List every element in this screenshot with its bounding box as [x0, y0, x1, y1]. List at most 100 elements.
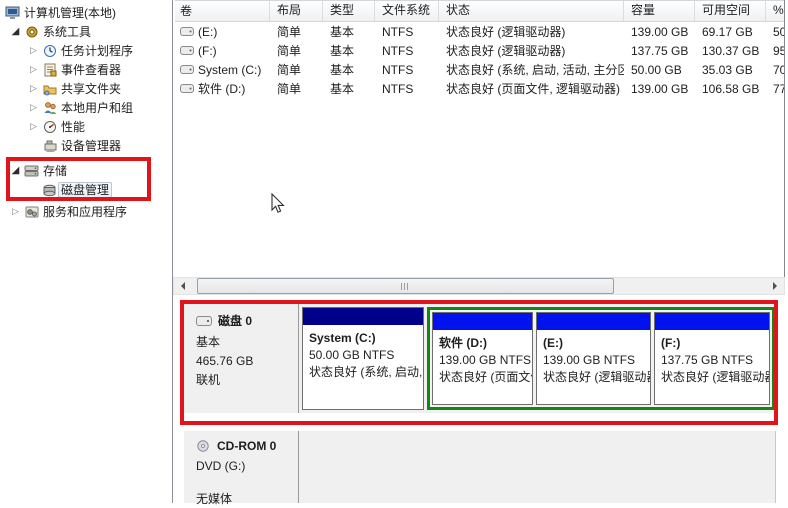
disk-0-label-panel[interactable]: 磁盘 0 基本 465.76 GB 联机: [184, 304, 298, 413]
cdrom-drive-letter: DVD (G:): [196, 457, 298, 476]
volume-capacity: 50.00 GB: [624, 61, 695, 79]
column-header-status[interactable]: 状态: [439, 1, 624, 21]
logical-drive-color-bar: [655, 313, 769, 332]
cdrom-0-label-panel[interactable]: CD-ROM 0 DVD (G:) 无媒体: [184, 431, 298, 503]
disk-icon: [196, 316, 212, 326]
sidebar-item-computer-management[interactable]: 计算机管理(本地): [0, 3, 172, 22]
sidebar-item-label: 共享文件夹: [58, 81, 124, 97]
partition-e[interactable]: (E:) 139.00 GB NTFS 状态良好 (逻辑驱动器): [536, 312, 651, 405]
table-row-volume-e[interactable]: (E:) 简单 基本 NTFS 状态良好 (逻辑驱动器) 139.00 GB 6…: [175, 22, 784, 41]
partition-size: 139.00 GB NTFS: [543, 352, 644, 369]
table-row-volume-f[interactable]: (F:) 简单 基本 NTFS 状态良好 (逻辑驱动器) 137.75 GB 1…: [175, 41, 784, 60]
volume-type: 基本: [323, 42, 375, 60]
volume-name: (F:): [198, 42, 217, 60]
partition-name: (E:): [543, 335, 644, 352]
volume-drive-icon: [180, 23, 194, 41]
volume-layout: 简单: [270, 61, 323, 79]
disk-graphical-view: 磁盘 0 基本 465.76 GB 联机 System (C:) 50.00 G…: [173, 295, 788, 503]
volume-drive-icon: [180, 80, 194, 98]
scrollbar-thumb[interactable]: [197, 278, 614, 294]
horizontal-scrollbar[interactable]: [173, 277, 785, 295]
sidebar-item-label: 系统工具: [40, 24, 94, 40]
performance-icon: [41, 119, 58, 134]
volume-type: 基本: [323, 80, 375, 98]
table-row-volume-c[interactable]: System (C:) 简单 基本 NTFS 状态良好 (系统, 启动, 活动,…: [175, 60, 784, 79]
sidebar-item-performance[interactable]: 性能: [0, 117, 172, 136]
column-header-freespace[interactable]: 可用空间: [695, 1, 766, 21]
scroll-right-button[interactable]: [767, 278, 784, 294]
shared-folders-icon: [41, 81, 58, 96]
disk-type: 基本: [196, 333, 298, 352]
disk-status: 联机: [196, 371, 298, 390]
partition-size: 139.00 GB NTFS: [439, 352, 526, 369]
tree-collapsed-arrow[interactable]: [26, 102, 41, 113]
volume-status: 状态良好 (逻辑驱动器): [439, 42, 624, 60]
disk-size: 465.76 GB: [196, 352, 298, 371]
column-header-capacity[interactable]: 容量: [624, 1, 695, 21]
partition-f[interactable]: (F:) 137.75 GB NTFS 状态良好 (逻辑驱动器): [654, 312, 770, 405]
partition-d[interactable]: 软件 (D:) 139.00 GB NTFS 状态良好 (页面文件, 逻辑驱动器…: [432, 312, 533, 405]
volume-percent-free: 70 %: [766, 61, 785, 79]
sidebar-item-services-applications[interactable]: 服务和应用程序: [0, 202, 172, 221]
partition-name: System (C:): [309, 330, 417, 347]
sidebar-item-event-viewer[interactable]: 事件查看器: [0, 60, 172, 79]
tree-expanded-arrow[interactable]: [8, 165, 23, 176]
column-header-filesystem[interactable]: 文件系统: [375, 1, 439, 21]
volume-freespace: 35.03 GB: [695, 61, 766, 79]
partition-system-c[interactable]: System (C:) 50.00 GB NTFS 状态良好 (系统, 启动, …: [302, 307, 424, 410]
cdrom-media-status: 无媒体: [196, 490, 298, 508]
volume-percent-free: 50 %: [766, 23, 785, 41]
extended-partition-group: 软件 (D:) 139.00 GB NTFS 状态良好 (页面文件, 逻辑驱动器…: [427, 307, 775, 410]
volume-capacity: 137.75 GB: [624, 42, 695, 60]
system-tools-icon: [23, 24, 40, 39]
table-row-volume-d[interactable]: 软件 (D:) 简单 基本 NTFS 状态良好 (页面文件, 逻辑驱动器) 13…: [175, 79, 784, 98]
cdrom-media-area[interactable]: [298, 431, 776, 503]
sidebar-item-device-manager[interactable]: 设备管理器: [0, 136, 172, 155]
tree-expanded-arrow[interactable]: [8, 26, 23, 37]
sidebar-item-shared-folders[interactable]: 共享文件夹: [0, 79, 172, 98]
volume-freespace: 69.17 GB: [695, 23, 766, 41]
partition-status: 状态良好 (页面文件, 逻辑驱动器): [439, 369, 526, 386]
computer-icon: [4, 5, 21, 20]
volume-status: 状态良好 (页面文件, 逻辑驱动器): [439, 80, 624, 98]
sidebar-item-label: 任务计划程序: [58, 43, 136, 59]
volume-drive-icon: [180, 61, 194, 79]
volume-name: (E:): [198, 23, 217, 41]
tree-collapsed-arrow[interactable]: [26, 121, 41, 132]
tree-collapsed-arrow[interactable]: [8, 206, 23, 217]
column-header-type[interactable]: 类型: [323, 1, 375, 21]
scrollbar-grip-icon: [401, 283, 410, 290]
partition-size: 50.00 GB NTFS: [309, 347, 417, 364]
column-header-percent-free[interactable]: % 可: [766, 1, 785, 21]
sidebar-item-label: 设备管理器: [58, 138, 124, 154]
volume-type: 基本: [323, 61, 375, 79]
disk-management-icon: [41, 182, 58, 197]
primary-partition-color-bar: [303, 308, 423, 327]
sidebar-item-label: 磁盘管理: [58, 182, 112, 198]
sidebar-item-local-users-groups[interactable]: 本地用户和组: [0, 98, 172, 117]
scroll-left-button[interactable]: [174, 278, 191, 294]
storage-icon: [23, 163, 40, 178]
event-viewer-icon: [41, 62, 58, 77]
volume-capacity: 139.00 GB: [624, 80, 695, 98]
tree-collapsed-arrow[interactable]: [26, 45, 41, 56]
sidebar-item-label: 事件查看器: [58, 62, 124, 78]
volume-freespace: 130.37 GB: [695, 42, 766, 60]
tree-collapsed-arrow[interactable]: [26, 83, 41, 94]
volume-filesystem: NTFS: [375, 42, 439, 60]
logical-drive-color-bar: [537, 313, 650, 332]
column-header-volume[interactable]: 卷: [175, 1, 270, 21]
sidebar-item-system-tools[interactable]: 系统工具: [0, 22, 172, 41]
sidebar-item-task-scheduler[interactable]: 任务计划程序: [0, 41, 172, 60]
volume-type: 基本: [323, 23, 375, 41]
cdrom-name: CD-ROM 0: [217, 439, 276, 453]
volume-filesystem: NTFS: [375, 61, 439, 79]
sidebar-item-disk-management[interactable]: 磁盘管理: [0, 180, 172, 199]
partition-status: 状态良好 (系统, 启动, 活动, 主分区): [309, 364, 417, 381]
sidebar-item-label: 服务和应用程序: [40, 204, 130, 220]
column-header-layout[interactable]: 布局: [270, 1, 323, 21]
volume-layout: 简单: [270, 42, 323, 60]
sidebar-item-storage[interactable]: 存储: [0, 161, 172, 180]
tree-collapsed-arrow[interactable]: [26, 64, 41, 75]
volume-layout: 简单: [270, 23, 323, 41]
